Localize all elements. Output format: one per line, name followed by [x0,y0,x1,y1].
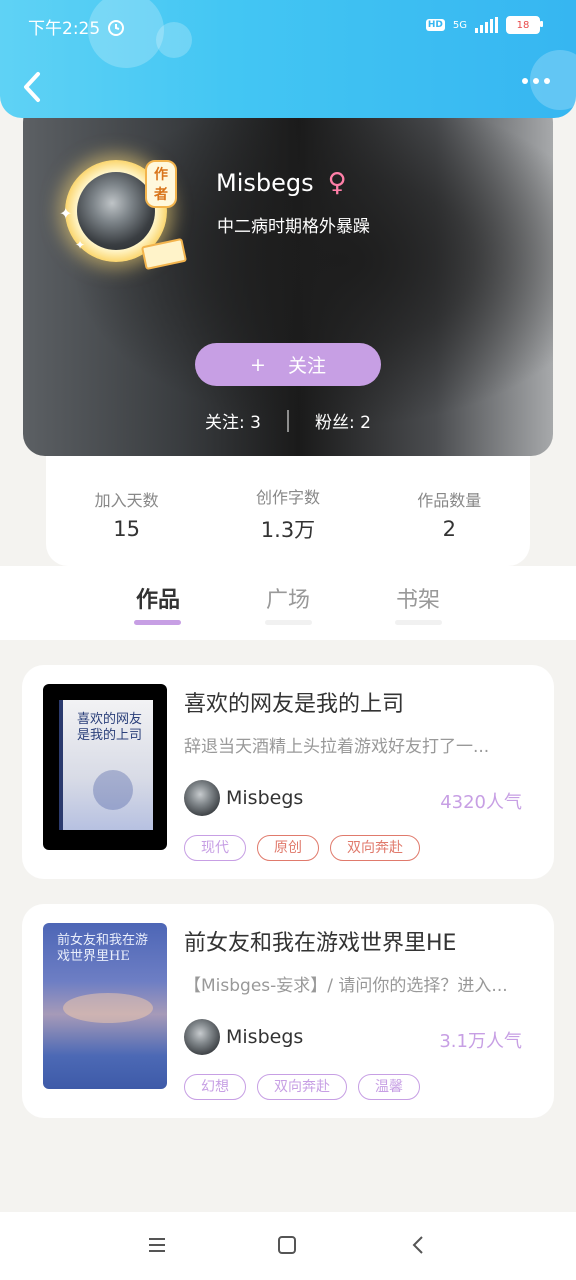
follow-button-label: 关注 [287,355,326,377]
work-author: Misbegs [226,1026,304,1048]
stat-value: 1.3万 [260,518,316,542]
tag[interactable]: 原创 [257,835,319,861]
author-avatar [184,780,220,816]
tab-indicator [265,620,312,625]
tag[interactable]: 温馨 [358,1074,420,1100]
work-title[interactable]: 前女友和我在游戏世界里HE [184,925,456,957]
follow-button[interactable]: + 关注 [195,343,381,386]
cover-title-text: 前女友和我在游戏世界里HE [57,933,149,965]
cover-flower [93,770,133,810]
profile-bio: 中二病时期格外暴躁 [217,217,370,237]
following-count[interactable]: 关注: 3 [205,408,261,433]
tab-works[interactable]: 作品 [118,582,198,614]
author-avatar [184,1019,220,1055]
sparkle-icon: ✦ [75,238,86,252]
status-bar-right: HD 5G 18 [425,16,543,34]
work-author: Misbegs [226,787,304,809]
battery-level: 18 [516,19,530,31]
work-title[interactable]: 喜欢的网友是我的上司 [184,686,404,718]
tag-list: 幻想 双向奔赴 温馨 [184,1074,420,1100]
tag[interactable]: 双向奔赴 [257,1074,347,1100]
avatar[interactable]: 作者 ✦ ✦ [59,160,188,271]
stat-label: 加入天数 [94,491,159,510]
tag-list: 现代 原创 双向奔赴 [184,835,420,861]
status-time: 下午2:25 [28,19,101,39]
work-card[interactable]: 喜欢的网友是我的上司 喜欢的网友是我的上司 辞退当天酒精上头拉着游戏好友打了一.… [22,665,554,879]
battery-icon: 18 [506,16,543,34]
sparkle-icon: ✦ [59,204,73,223]
tab-indicator-active [134,620,181,625]
tab-indicator [395,620,442,625]
follow-stats: 关注: 3 粉丝: 2 [23,408,553,433]
stat-join-days: 加入天数 15 [67,487,187,541]
system-nav-bar [0,1212,576,1280]
hd-badge: HD [425,19,445,31]
decor-bubble [156,22,192,58]
cover-title-text: 喜欢的网友是我的上司 [77,712,143,743]
back-icon[interactable] [408,1234,430,1256]
menu-icon[interactable] [146,1234,168,1256]
followers-count[interactable]: 粉丝: 2 [315,408,371,433]
stats-card: 加入天数 15 创作字数 1.3万 作品数量 2 [46,450,530,566]
work-popularity: 4320人气 [440,792,522,813]
divider [287,409,289,432]
profile-name: Misbegs [216,169,314,197]
cover-glow [63,993,153,1023]
signal-icon [475,17,498,33]
stat-label: 作品数量 [417,491,482,510]
alarm-icon [108,19,125,36]
profile-header: 作者 ✦ ✦ Misbegs ♀ 中二病时期格外暴躁 + 关注 关注: 3 粉丝… [23,100,553,456]
author-badge: 作者 [145,160,177,208]
book-cover[interactable]: 前女友和我在游戏世界里HE [43,923,167,1089]
network-type: 5G [452,19,467,31]
stat-works-count: 作品数量 2 [389,487,509,541]
profile-name-row: Misbegs ♀ [216,168,347,198]
stat-label: 创作字数 [255,488,320,507]
back-arrow-icon[interactable] [18,70,48,104]
status-bar-left: 下午2:25 [28,14,126,39]
book-icon [140,237,188,271]
cover-art: 喜欢的网友是我的上司 [59,700,153,830]
tab-bookshelf[interactable]: 书架 [378,582,458,614]
book-cover[interactable]: 喜欢的网友是我的上司 [43,684,167,850]
tab-square[interactable]: 广场 [248,582,328,614]
work-popularity: 3.1万人气 [439,1031,522,1052]
tab-bar: 作品 广场 书架 [0,566,576,640]
home-icon[interactable] [276,1234,298,1256]
work-description: 辞退当天酒精上头拉着游戏好友打了一... [184,737,490,757]
stat-value: 2 [442,517,456,541]
avatar-image [77,172,155,250]
female-gender-icon: ♀ [327,168,347,198]
top-bar: 下午2:25 HD 5G 18 [0,0,576,118]
tag[interactable]: 幻想 [184,1074,246,1100]
tag[interactable]: 双向奔赴 [330,835,420,861]
more-options-icon[interactable] [522,78,550,84]
tag[interactable]: 现代 [184,835,246,861]
plus-icon: + [250,353,266,376]
work-description: 【Misbges-妄求】/ 请问你的选择？进入... [184,976,508,996]
work-card[interactable]: 前女友和我在游戏世界里HE 前女友和我在游戏世界里HE 【Misbges-妄求】… [22,904,554,1118]
stat-value: 15 [113,517,141,541]
stat-word-count: 创作字数 1.3万 [228,484,348,544]
